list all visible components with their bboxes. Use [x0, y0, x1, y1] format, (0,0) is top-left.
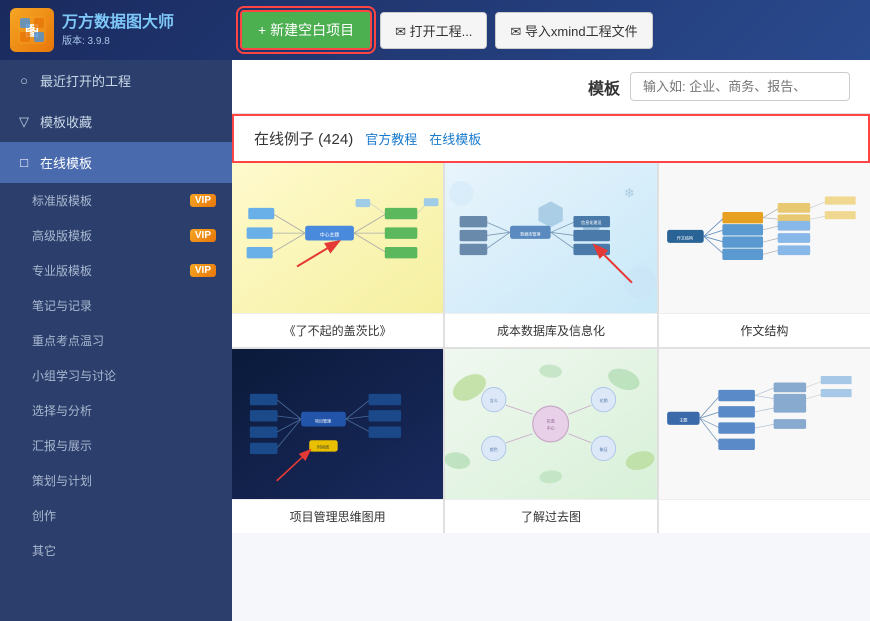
- mindmap-svg-6: 主题: [659, 349, 870, 499]
- online-icon: □: [16, 155, 32, 171]
- sidebar-item-label-recent: 最近打开的工程: [40, 71, 131, 90]
- sidebar-sub-label-notes: 笔记与记录: [32, 297, 92, 314]
- sidebar-item-recent[interactable]: ○ 最近打开的工程: [0, 60, 232, 101]
- sidebar-item-professional[interactable]: 专业版模板 VIP: [0, 253, 232, 288]
- sidebar-item-online[interactable]: □ 在线模板: [0, 142, 232, 183]
- svg-text:项目管理: 项目管理: [315, 417, 331, 423]
- sidebar-item-label-favorites: 模板收藏: [40, 112, 92, 131]
- sidebar-item-standard[interactable]: 标准版模板 VIP: [0, 183, 232, 218]
- mindmap-svg-3: 作文结构: [659, 163, 870, 313]
- sidebar-item-label-online: 在线模板: [40, 153, 92, 172]
- sidebar-sub-label-group: 小组学习与讨论: [32, 367, 116, 384]
- official-tutorial-link[interactable]: 官方教程: [365, 129, 417, 148]
- logo-area: 图 万方数据图大师 版本: 3.9.8: [10, 8, 240, 52]
- template-item-2[interactable]: 数据库管理 信息化建设: [445, 163, 656, 347]
- sidebar-sub-label-review: 重点考点温习: [32, 332, 104, 349]
- template-caption-3: 作文结构: [659, 313, 870, 347]
- template-item-3[interactable]: 作文结构: [659, 163, 870, 347]
- svg-text:含义: 含义: [490, 397, 498, 403]
- template-thumb-4: 项目管理: [232, 349, 443, 499]
- star-icon: ▽: [16, 114, 32, 130]
- svg-text:象征: 象征: [600, 446, 608, 452]
- sidebar: ○ 最近打开的工程 ▽ 模板收藏 □ 在线模板 标准版模板 VIP 高级版模板 …: [0, 60, 232, 621]
- sidebar-item-other[interactable]: 其它: [0, 533, 232, 568]
- new-project-button[interactable]: + 新建空白项目: [240, 10, 372, 50]
- examples-title: 在线例子 (424): [254, 128, 353, 149]
- mindmap-svg-5: 花语 中心 含义 花期 颜色 象征: [445, 349, 656, 499]
- template-thumb-3: 作文结构: [659, 163, 870, 313]
- sidebar-item-advanced[interactable]: 高级版模板 VIP: [0, 218, 232, 253]
- sidebar-sub-label-other: 其它: [32, 542, 56, 559]
- svg-text:❄: ❄: [624, 185, 635, 200]
- template-item-4[interactable]: 项目管理: [232, 349, 443, 533]
- main-container: ○ 最近打开的工程 ▽ 模板收藏 □ 在线模板 标准版模板 VIP 高级版模板 …: [0, 60, 870, 621]
- header-actions: + 新建空白项目 ✉ 打开工程... ✉ 导入xmind工程文件: [240, 10, 860, 50]
- sidebar-item-select[interactable]: 选择与分析: [0, 393, 232, 428]
- template-caption-5: 了解过去图: [445, 499, 656, 533]
- sidebar-sub-label-report: 汇报与展示: [32, 437, 92, 454]
- mindmap-svg-1: 中心主题: [232, 163, 443, 313]
- template-caption-6: [659, 499, 870, 527]
- template-thumb-6: 主题: [659, 349, 870, 499]
- app-header: 图 万方数据图大师 版本: 3.9.8 + 新建空白项目 ✉ 打开工程... ✉…: [0, 0, 870, 60]
- template-caption-1: 《了不起的盖茨比》: [232, 313, 443, 347]
- mindmap-svg-2: 数据库管理 信息化建设: [445, 163, 656, 313]
- sidebar-item-report[interactable]: 汇报与展示: [0, 428, 232, 463]
- sidebar-sub-label-standard: 标准版模板: [32, 192, 92, 209]
- sidebar-item-favorites[interactable]: ▽ 模板收藏: [0, 101, 232, 142]
- open-project-button[interactable]: ✉ 打开工程...: [380, 12, 487, 49]
- svg-text:中心: 中心: [547, 425, 555, 431]
- clock-icon: ○: [16, 73, 32, 89]
- vip-badge-advanced: VIP: [190, 229, 216, 242]
- template-item-1[interactable]: 中心主题: [232, 163, 443, 347]
- template-thumb-2: 数据库管理 信息化建设: [445, 163, 656, 313]
- template-thumb-5: 花语 中心 含义 花期 颜色 象征: [445, 349, 656, 499]
- template-caption-2: 成本数据库及信息化: [445, 313, 656, 347]
- content-area: 模板 在线例子 (424) 官方教程 在线模板 中心 主题: [232, 60, 870, 621]
- sidebar-item-group[interactable]: 小组学习与讨论: [0, 358, 232, 393]
- svg-text:信息化建设: 信息化建设: [582, 219, 602, 225]
- sidebar-item-notes[interactable]: 笔记与记录: [0, 288, 232, 323]
- sidebar-item-create[interactable]: 创作: [0, 498, 232, 533]
- svg-text:主题: 主题: [679, 417, 687, 423]
- template-thumb-1: 中心主题: [232, 163, 443, 313]
- vip-badge-standard: VIP: [190, 194, 216, 207]
- import-xmind-button[interactable]: ✉ 导入xmind工程文件: [495, 12, 652, 49]
- online-template-link[interactable]: 在线模板: [429, 129, 481, 148]
- sidebar-sub-label-plan: 策划与计划: [32, 472, 92, 489]
- mindmap-svg-4: 项目管理: [232, 349, 443, 499]
- svg-text:花期: 花期: [600, 397, 608, 403]
- svg-text:时间线: 时间线: [317, 443, 329, 449]
- sidebar-sub-label-create: 创作: [32, 507, 56, 524]
- vip-badge-professional: VIP: [190, 264, 216, 277]
- examples-header: 在线例子 (424) 官方教程 在线模板: [232, 114, 870, 163]
- sidebar-sub-label-select: 选择与分析: [32, 402, 92, 419]
- svg-text:花语: 花语: [547, 417, 555, 423]
- logo-icon: 图: [10, 8, 54, 52]
- template-item-6[interactable]: 主题: [659, 349, 870, 533]
- logo-title: 万方数据图大师: [62, 13, 174, 32]
- template-grid: 中心 主题: [232, 163, 870, 533]
- sidebar-item-review[interactable]: 重点考点温习: [0, 323, 232, 358]
- svg-text:作文结构: 作文结构: [677, 235, 693, 241]
- template-item-5[interactable]: 花语 中心 含义 花期 颜色 象征: [445, 349, 656, 533]
- logo-version: 版本: 3.9.8: [62, 32, 174, 47]
- template-label: 模板: [588, 75, 620, 99]
- svg-text:数据库管理: 数据库管理: [521, 231, 541, 237]
- template-caption-4: 项目管理思维图用: [232, 499, 443, 533]
- sidebar-sub-label-professional: 专业版模板: [32, 262, 92, 279]
- template-search-input[interactable]: [630, 72, 850, 101]
- logo-text: 万方数据图大师 版本: 3.9.8: [62, 13, 174, 47]
- template-header: 模板: [232, 60, 870, 114]
- svg-text:颜色: 颜色: [490, 446, 498, 452]
- sidebar-sub-label-advanced: 高级版模板: [32, 227, 92, 244]
- sidebar-item-plan[interactable]: 策划与计划: [0, 463, 232, 498]
